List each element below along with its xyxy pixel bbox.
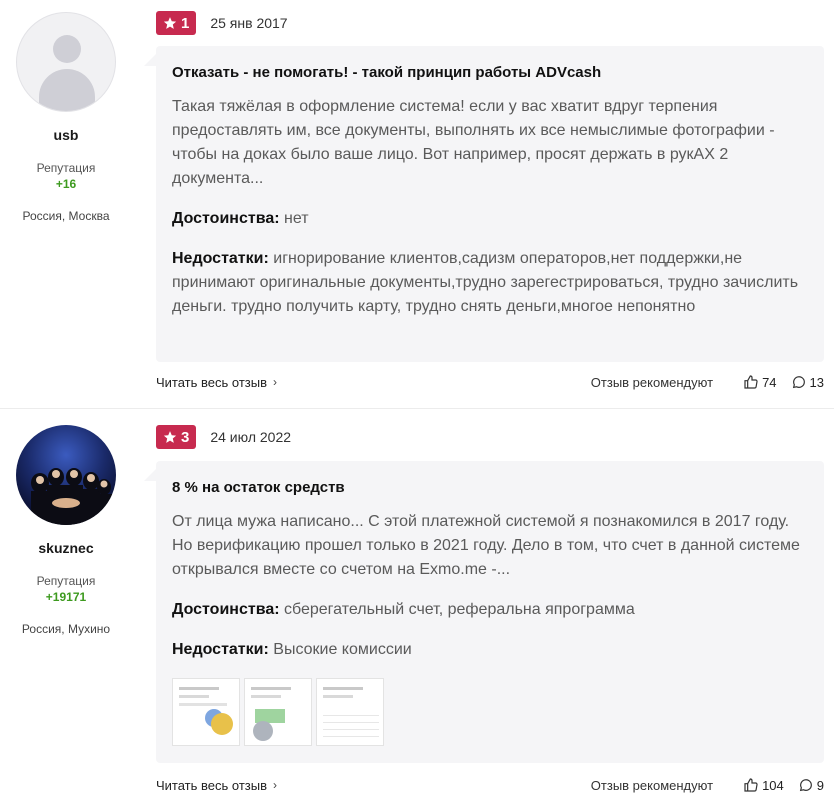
cons-label: Недостатки: xyxy=(172,250,269,267)
author-location: Россия, Мухино xyxy=(21,622,111,636)
review-cons: Недостатки: игнорирование клиентов,садиз… xyxy=(172,247,808,319)
read-more-label: Читать весь отзыв xyxy=(156,374,268,390)
reputation-label: Репутация xyxy=(36,574,96,588)
rating-value: 3 xyxy=(181,428,190,446)
review-image-thumbnail[interactable] xyxy=(244,678,312,746)
read-more-link[interactable]: Читать весь отзыв › xyxy=(156,778,277,793)
chevron-right-icon: › xyxy=(273,375,278,389)
chevron-right-icon: › xyxy=(273,778,278,792)
like-count: 74 xyxy=(762,374,777,390)
review-image-thumbnail[interactable] xyxy=(316,678,384,746)
recommend-label: Отзыв рекомендуют xyxy=(590,777,714,793)
review-item: usb Репутация +16 Россия, Москва 1 25 ян… xyxy=(0,0,834,408)
recommend-label: Отзыв рекомендуют xyxy=(590,374,714,390)
comments-button[interactable]: 9 xyxy=(798,777,824,793)
reputation-label: Репутация xyxy=(36,161,96,175)
thumbs-up-icon xyxy=(744,375,758,389)
review-footer: Читать весь отзыв › Отзыв рекомендуют 74… xyxy=(156,374,824,390)
avatar-placeholder-icon[interactable] xyxy=(16,12,116,112)
comment-icon xyxy=(799,779,812,792)
cons-label: Недостатки: xyxy=(172,641,269,658)
star-icon xyxy=(163,431,177,443)
like-button[interactable]: 104 xyxy=(743,777,784,793)
cons-text: Высокие комиссии xyxy=(273,641,412,658)
pros-label: Достоинства: xyxy=(172,601,280,618)
review-footer: Читать весь отзыв › Отзыв рекомендуют 10… xyxy=(156,777,824,793)
author-location: Россия, Москва xyxy=(22,209,110,223)
pros-text: сберегательный счет, реферальна япрограм… xyxy=(284,601,635,618)
comments-button[interactable]: 13 xyxy=(791,374,824,390)
review-title[interactable]: 8 % на остаток средств xyxy=(172,479,808,496)
user-photo xyxy=(31,468,112,525)
comment-count: 13 xyxy=(809,374,824,390)
like-count: 104 xyxy=(762,777,784,793)
rating-badge: 1 xyxy=(156,11,197,35)
review-card: 8 % на остаток средств От лица мужа напи… xyxy=(144,461,824,763)
review-date: 25 янв 2017 xyxy=(210,15,288,31)
star-icon xyxy=(163,17,177,29)
comment-icon xyxy=(792,376,805,389)
author-name[interactable]: skuznec xyxy=(0,540,132,556)
review-meta: 1 25 янв 2017 xyxy=(156,11,288,35)
review-stats: Отзыв рекомендуют 104 9 xyxy=(591,777,824,793)
read-more-link[interactable]: Читать весь отзыв › xyxy=(156,375,277,390)
reputation-value: +16 xyxy=(55,177,77,191)
review-pros: Достоинства: сберегательный счет, рефера… xyxy=(172,598,808,622)
review-text: От лица мужа написано... С этой платежно… xyxy=(172,513,800,578)
review-text: Такая тяжёлая в оформление система! если… xyxy=(172,98,775,187)
thumbs-up-icon xyxy=(744,778,758,792)
review-item: skuznec Репутация +19171 Россия, Мухино … xyxy=(0,408,834,802)
like-button[interactable]: 74 xyxy=(743,374,777,390)
pros-text: нет xyxy=(284,210,309,227)
review-stats: Отзыв рекомендуют 74 13 xyxy=(591,374,824,390)
review-author: skuznec Репутация +19171 Россия, Мухино xyxy=(0,425,132,636)
review-title[interactable]: Отказать - не помогать! - такой принцип … xyxy=(172,64,808,81)
review-meta: 3 24 июл 2022 xyxy=(156,425,291,449)
review-author: usb Репутация +16 Россия, Москва xyxy=(0,12,132,223)
review-image-thumbnail[interactable] xyxy=(172,678,240,746)
review-date: 24 июл 2022 xyxy=(210,429,292,445)
comment-count: 9 xyxy=(816,777,824,793)
review-images xyxy=(172,678,808,746)
rating-badge: 3 xyxy=(156,425,197,449)
read-more-label: Читать весь отзыв xyxy=(156,777,268,793)
review-cons: Недостатки: Высокие комиссии xyxy=(172,638,808,662)
review-card: Отказать - не помогать! - такой принцип … xyxy=(144,46,824,362)
reputation-value: +19171 xyxy=(45,590,87,604)
review-pros: Достоинства: нет xyxy=(172,207,808,231)
pros-label: Достоинства: xyxy=(172,210,280,227)
avatar[interactable] xyxy=(16,425,116,525)
author-name[interactable]: usb xyxy=(0,127,132,143)
rating-value: 1 xyxy=(181,14,190,32)
